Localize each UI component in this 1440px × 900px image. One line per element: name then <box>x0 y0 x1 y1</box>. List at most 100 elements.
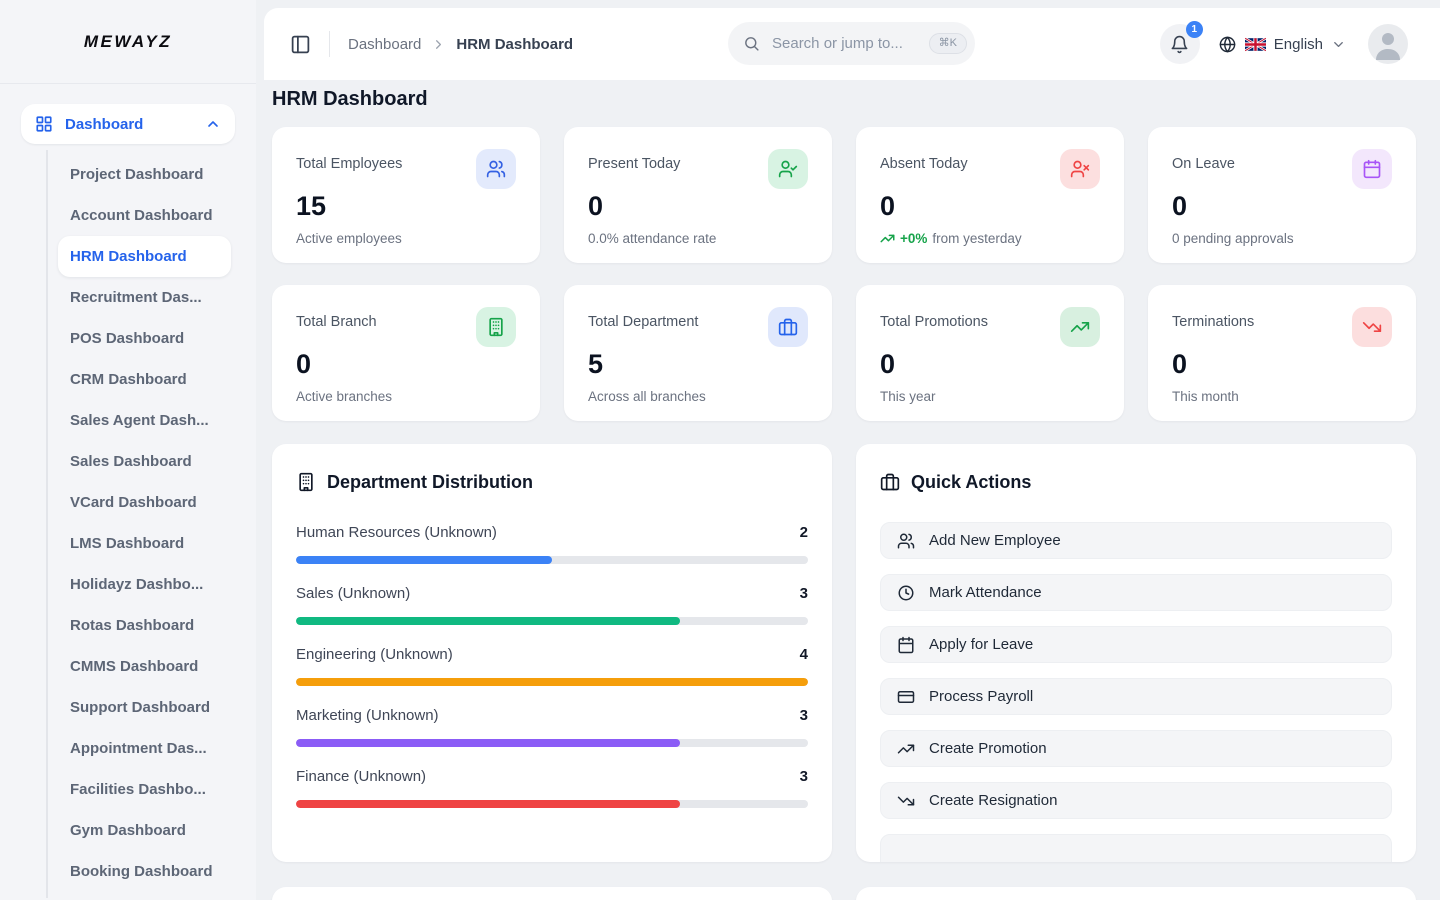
trending-down-icon <box>897 792 915 810</box>
trending-up-icon <box>1060 307 1100 347</box>
department-bars: Human Resources (Unknown)2 Sales (Unknown… <box>296 522 808 808</box>
sidebar-item[interactable]: Support Dashboard <box>48 687 256 728</box>
topbar-divider <box>329 31 330 57</box>
quick-action-label: Create Promotion <box>929 740 1047 757</box>
avatar[interactable] <box>1368 24 1408 64</box>
sidebar-item[interactable]: HRM Dashboard <box>58 236 231 277</box>
topbar-right: 1 English <box>1160 24 1408 64</box>
brand-logo-wrap: MEWAYZ <box>0 0 256 84</box>
department-bar-row: Human Resources (Unknown)2 <box>296 522 808 564</box>
trending-up-icon <box>897 740 915 758</box>
chevron-up-icon <box>205 116 221 132</box>
stat-sub-text: Active employees <box>296 231 402 246</box>
bar-track <box>296 556 808 564</box>
stat-title: Absent Today <box>880 149 968 172</box>
dashboard-grid-icon <box>35 115 53 133</box>
sidebar-item[interactable]: LMS Dashboard <box>48 523 256 564</box>
department-value: 3 <box>800 705 808 727</box>
sidebar-item[interactable]: VCard Dashboard <box>48 482 256 523</box>
bar-track <box>296 617 808 625</box>
bar-fill <box>296 617 680 625</box>
credit-card-icon <box>897 688 915 706</box>
topbar: Dashboard HRM Dashboard ⌘K 1 English <box>264 8 1440 80</box>
department-bar-row: Sales (Unknown) 3 <box>296 583 808 625</box>
stat-sub: 0 pending approvals <box>1172 231 1392 246</box>
sidebar-item[interactable]: Booking Dashboard <box>48 851 256 892</box>
stat-value: 0 <box>296 349 516 379</box>
stat-sub-text: This month <box>1172 389 1239 404</box>
bar-fill <box>296 800 680 808</box>
stat-card: On Leave00 pending approvals <box>1148 127 1416 263</box>
search-box[interactable]: ⌘K <box>728 22 975 65</box>
department-label: Finance (Unknown) <box>296 766 426 788</box>
panels-row: Department Distribution Human Resources … <box>272 444 1416 862</box>
stat-card: Terminations0This month <box>1148 285 1416 421</box>
quick-action-button[interactable]: Create Promotion <box>880 730 1392 767</box>
search-input[interactable] <box>770 34 919 53</box>
quick-action-button[interactable]: Mark Attendance <box>880 574 1392 611</box>
sidebar-item[interactable]: Rotas Dashboard <box>48 605 256 646</box>
language-label: English <box>1274 36 1323 53</box>
stat-title: Total Employees <box>296 149 402 172</box>
quick-action-button[interactable]: Process Payroll <box>880 678 1392 715</box>
stats-grid: Total Employees 15 Active employees Present… <box>272 127 1416 421</box>
stat-value: 5 <box>588 349 808 379</box>
sidebar-item[interactable]: Account Dashboard <box>48 195 256 236</box>
department-label: Sales (Unknown) <box>296 583 410 605</box>
quick-action-label: Mark Attendance <box>929 584 1042 601</box>
stat-sub: Active branches <box>296 389 516 404</box>
below-fold-panels <box>272 887 1416 900</box>
stat-value: 15 <box>296 191 516 221</box>
sidebar-item[interactable]: Appointment Das... <box>48 728 256 769</box>
stat-sub: +0%from yesterday <box>880 231 1100 246</box>
department-value: 3 <box>800 766 808 788</box>
building-icon <box>476 307 516 347</box>
briefcase-icon <box>768 307 808 347</box>
user-x-icon <box>1060 149 1100 189</box>
quick-action-button[interactable]: Add New Employee <box>880 522 1392 559</box>
stat-value: 0 <box>1172 349 1392 379</box>
department-label: Engineering (Unknown) <box>296 644 453 666</box>
trending-up-icon <box>880 231 895 246</box>
quick-action-button[interactable]: Apply for Leave <box>880 626 1392 663</box>
sidebar-item[interactable]: Project Dashboard <box>48 154 256 195</box>
department-value: 2 <box>800 522 808 544</box>
stat-value: 0 <box>588 191 808 221</box>
user-check-icon <box>768 149 808 189</box>
department-bar-row: Marketing (Unknown)3 <box>296 705 808 747</box>
quick-action-button[interactable]: Create Resignation <box>880 782 1392 819</box>
quick-action-label: Add New Employee <box>929 532 1061 549</box>
bar-track <box>296 800 808 808</box>
notifications-button[interactable]: 1 <box>1160 24 1200 64</box>
brand-logo: MEWAYZ <box>84 32 172 52</box>
sidebar-item[interactable]: Holidayz Dashbo... <box>48 564 256 605</box>
sidebar: MEWAYZ Dashboard Project DashboardAccoun… <box>0 0 256 900</box>
trending-down-icon <box>1352 307 1392 347</box>
bar-fill <box>296 678 808 686</box>
language-selector[interactable]: English <box>1218 35 1346 54</box>
search-icon <box>743 35 760 52</box>
sidebar-item[interactable]: POS Dashboard <box>48 318 256 359</box>
stat-card: Total Employees 15 Active employees <box>272 127 540 263</box>
chevron-down-icon <box>1331 37 1346 52</box>
quick-action-button-partial[interactable] <box>880 834 1392 862</box>
stat-card: Present Today00.0% attendance rate <box>564 127 832 263</box>
sidebar-toggle-button[interactable] <box>286 30 315 59</box>
sidebar-item[interactable]: Sales Dashboard <box>48 441 256 482</box>
department-value: 3 <box>800 583 808 605</box>
clock-icon <box>897 584 915 602</box>
stat-sub-text: from yesterday <box>932 231 1021 246</box>
sidebar-item[interactable]: Gym Dashboard <box>48 810 256 851</box>
quick-action-label: Process Payroll <box>929 688 1033 705</box>
sidebar-item[interactable]: Facilities Dashbo... <box>48 769 256 810</box>
stat-sub: This year <box>880 389 1100 404</box>
sidebar-item[interactable]: Sales Agent Dash... <box>48 400 256 441</box>
main-area: Dashboard HRM Dashboard ⌘K 1 English <box>256 0 1440 900</box>
bell-icon <box>1170 35 1189 54</box>
sidebar-section-dashboard[interactable]: Dashboard <box>21 104 235 144</box>
breadcrumb-parent[interactable]: Dashboard <box>348 36 421 53</box>
sidebar-item[interactable]: CRM Dashboard <box>48 359 256 400</box>
sidebar-item[interactable]: Recruitment Das... <box>48 277 256 318</box>
sidebar-item[interactable]: CMMS Dashboard <box>48 646 256 687</box>
stat-sub: Across all branches <box>588 389 808 404</box>
